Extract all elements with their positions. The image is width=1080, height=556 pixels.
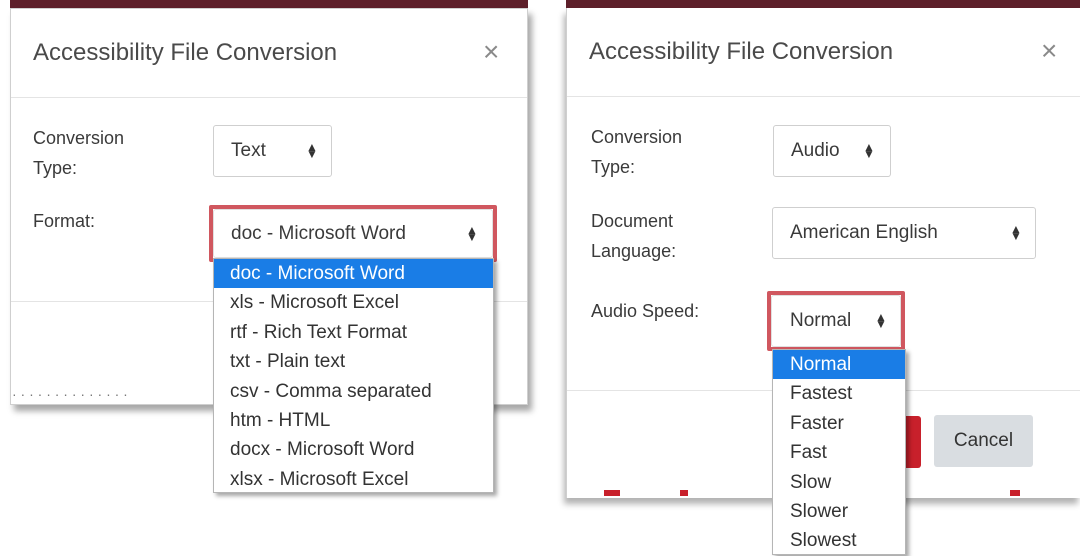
conversion-type-value: Text [231,140,266,161]
audio-speed-dropdown-list: Normal Fastest Faster Fast Slow Slower S… [772,349,906,555]
format-option[interactable]: doc - Microsoft Word [214,259,493,289]
dialog-header: Accessibility File Conversion × [11,9,527,98]
background-top-strip-left [10,0,528,8]
audio-speed-option[interactable]: Normal [773,350,905,380]
format-dropdown-list: doc - Microsoft Word xls - Microsoft Exc… [213,258,494,493]
chevron-updown-icon: ▲ ▼ [466,222,478,244]
audio-speed-option[interactable]: Fastest [773,379,905,408]
format-option[interactable]: txt - Plain text [214,347,493,376]
format-option[interactable]: xlsx - Microsoft Excel [214,465,493,494]
audio-speed-option[interactable]: Slower [773,497,905,526]
document-language-value: American English [790,222,938,243]
format-option[interactable]: xls - Microsoft Excel [214,288,493,317]
format-option[interactable]: docx - Microsoft Word [214,435,493,464]
audio-speed-option[interactable]: Slowest [773,526,905,555]
conversion-type-select[interactable]: Text ▲ ▼ [213,125,332,177]
close-icon[interactable]: × [483,38,499,66]
format-option[interactable]: csv - Comma separated [214,377,493,406]
background-red-mark [1010,490,1020,496]
close-icon[interactable]: × [1041,37,1057,65]
dialog-title: Accessibility File Conversion [33,39,338,66]
format-value: doc - Microsoft Word [231,222,406,244]
conversion-type-select[interactable]: Audio ▲ ▼ [773,125,891,177]
audio-speed-option[interactable]: Slow [773,468,905,497]
conversion-type-label: Conversion Type: [33,128,125,178]
chevron-updown-icon: ▲ ▼ [875,310,887,331]
audio-speed-option[interactable]: Faster [773,409,905,438]
chevron-updown-icon: ▲ ▼ [863,140,875,161]
background-text-fragment: · · · · · · · · · · · · · · [12,386,128,400]
cancel-button[interactable]: Cancel [934,415,1033,467]
dialog-title: Accessibility File Conversion [589,38,894,65]
background-top-strip-right [566,0,1080,8]
conversion-type-label: Conversion Type: [591,127,683,177]
document-language-label: Document Language: [591,211,677,261]
audio-speed-option[interactable]: Fast [773,438,905,467]
format-option[interactable]: rtf - Rich Text Format [214,318,493,347]
conversion-type-value: Audio [791,140,840,161]
document-language-select[interactable]: American English ▲ ▼ [772,207,1036,259]
format-label: Format: [33,211,96,231]
background-red-mark [680,490,688,496]
audio-speed-value: Normal [790,310,852,331]
audio-speed-label: Audio Speed: [591,301,700,321]
dialog-header: Accessibility File Conversion × [567,8,1080,97]
format-option[interactable]: htm - HTML [214,406,493,435]
chevron-updown-icon: ▲ ▼ [1010,222,1022,243]
audio-speed-select[interactable]: Normal ▲ ▼ [771,295,901,347]
chevron-updown-icon: ▲ ▼ [306,140,318,161]
background-red-mark [604,490,620,496]
format-select[interactable]: doc - Microsoft Word ▲ ▼ [213,209,493,258]
